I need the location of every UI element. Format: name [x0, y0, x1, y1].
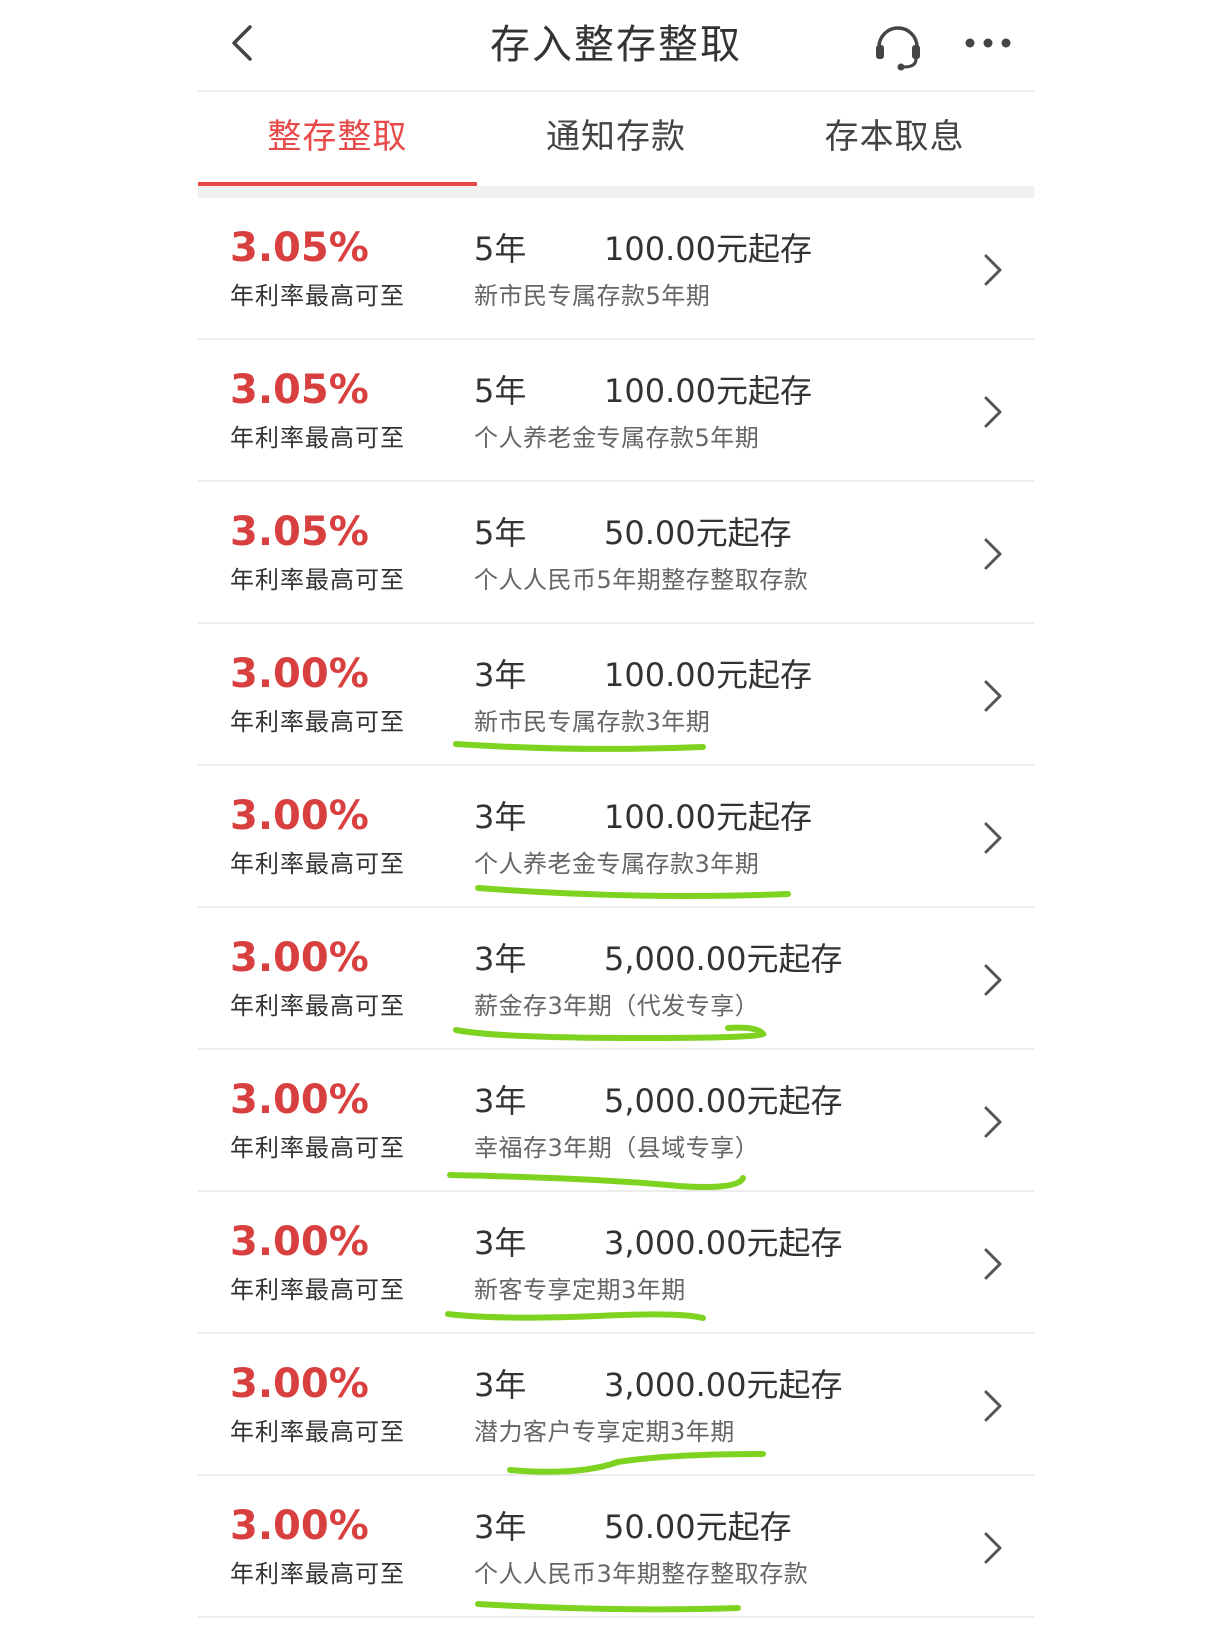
- product-row[interactable]: 3.00% 年利率最高可至 3年 3,000.00元起存 新客专享定期3年期: [198, 1192, 1034, 1334]
- rate-label: 年利率最高可至: [230, 424, 405, 452]
- rate-label: 年利率最高可至: [230, 566, 405, 594]
- term: 5年: [474, 230, 527, 268]
- minimum-deposit: 50.00元起存: [604, 1508, 792, 1546]
- more-button[interactable]: [958, 18, 1018, 68]
- term: 3年: [474, 940, 527, 978]
- nav-header: 存入整存整取: [198, 0, 1034, 90]
- rate-label: 年利率最高可至: [230, 708, 405, 736]
- chevron-right-icon: [984, 680, 1002, 712]
- chevron-right-icon: [984, 396, 1002, 428]
- product-name: 幸福存3年期（县域专享）: [474, 1134, 760, 1162]
- tab-label: 整存整取: [267, 117, 408, 157]
- section-gap: [198, 186, 1034, 198]
- chevron-right-icon: [984, 822, 1002, 854]
- tab-lump-sum[interactable]: 整存整取: [198, 92, 477, 186]
- chevron-right-icon: [984, 964, 1002, 996]
- product-row[interactable]: 3.00% 年利率最高可至 3年 100.00元起存 个人养老金专属存款3年期: [198, 766, 1034, 908]
- more-dots-icon: [965, 38, 1011, 48]
- product-name: 个人养老金专属存款5年期: [474, 424, 760, 452]
- customer-service-button[interactable]: [868, 14, 928, 74]
- minimum-deposit: 50.00元起存: [604, 514, 792, 552]
- product-row[interactable]: 3.05% 年利率最高可至 5年 50.00元起存 个人人民币5年期整存整取存款: [198, 482, 1034, 624]
- tab-label: 存本取息: [824, 117, 965, 157]
- product-name: 新市民专属存款3年期: [474, 708, 711, 736]
- tab-notice-deposit[interactable]: 通知存款: [477, 92, 756, 186]
- product-name: 个人人民币3年期整存整取存款: [474, 1560, 809, 1588]
- rate-value: 3.05%: [230, 509, 369, 555]
- tab-label: 通知存款: [546, 117, 686, 157]
- product-row[interactable]: 3.00% 年利率最高可至 3年 5,000.00元起存 薪金存3年期（代发专享…: [198, 908, 1034, 1050]
- rate-value: 3.05%: [230, 367, 369, 413]
- product-row[interactable]: 3.05% 年利率最高可至 5年 100.00元起存 新市民专属存款5年期: [198, 198, 1034, 340]
- product-row[interactable]: 3.00% 年利率最高可至 3年 100.00元起存 新市民专属存款3年期: [198, 624, 1034, 766]
- product-name: 个人养老金专属存款3年期: [474, 850, 760, 878]
- product-row[interactable]: 3.00% 年利率最高可至 3年 5,000.00元起存 幸福存3年期（县域专享…: [198, 1050, 1034, 1192]
- term: 3年: [474, 1366, 527, 1404]
- page-content: 存入整存整取 整存整取 通知存款 存本取息 3.05% 年利率最高可至 5年 1…: [198, 0, 1034, 1632]
- rate-label: 年利率最高可至: [230, 1418, 405, 1446]
- product-row[interactable]: 3.00% 年利率最高可至 3年 50.00元起存 个人人民币3年期整存整取存款: [198, 1476, 1034, 1618]
- rate-value: 3.00%: [230, 793, 369, 839]
- tab-principal-interest[interactable]: 存本取息: [755, 92, 1034, 186]
- product-name: 潜力客户专享定期3年期: [474, 1418, 735, 1446]
- minimum-deposit: 100.00元起存: [604, 372, 812, 410]
- chevron-right-icon: [984, 538, 1002, 570]
- rate-value: 3.05%: [230, 225, 369, 271]
- minimum-deposit: 100.00元起存: [604, 230, 812, 268]
- minimum-deposit: 5,000.00元起存: [604, 940, 843, 978]
- rate-value: 3.00%: [230, 1077, 369, 1123]
- rate-value: 3.00%: [230, 1219, 369, 1265]
- rate-value: 3.00%: [230, 1503, 369, 1549]
- minimum-deposit: 100.00元起存: [604, 656, 812, 694]
- chevron-right-icon: [984, 1390, 1002, 1422]
- product-row[interactable]: 3.00% 年利率最高可至 3年 3,000.00元起存 潜力客户专享定期3年期: [198, 1334, 1034, 1476]
- rate-value: 3.00%: [230, 651, 369, 697]
- term: 3年: [474, 798, 527, 836]
- app-screen: 存入整存整取 整存整取 通知存款 存本取息 3.05% 年利率最高可至 5年 1…: [0, 0, 1224, 1632]
- chevron-right-icon: [984, 1106, 1002, 1138]
- product-name: 新市民专属存款5年期: [474, 282, 711, 310]
- product-row[interactable]: 3.05% 年利率最高可至 5年 100.00元起存 个人养老金专属存款5年期: [198, 340, 1034, 482]
- headset-icon: [876, 26, 920, 71]
- rate-value: 3.00%: [230, 1361, 369, 1407]
- rate-value: 3.00%: [230, 935, 369, 981]
- rate-label: 年利率最高可至: [230, 850, 405, 878]
- product-list: 3.05% 年利率最高可至 5年 100.00元起存 新市民专属存款5年期 3.…: [198, 198, 1034, 1618]
- term: 3年: [474, 1082, 527, 1120]
- rate-label: 年利率最高可至: [230, 1276, 405, 1304]
- product-name: 薪金存3年期（代发专享）: [474, 992, 760, 1020]
- product-name: 新客专享定期3年期: [474, 1276, 686, 1304]
- chevron-right-icon: [984, 1532, 1002, 1564]
- minimum-deposit: 100.00元起存: [604, 798, 812, 836]
- rate-label: 年利率最高可至: [230, 282, 405, 310]
- term: 3年: [474, 1508, 527, 1546]
- term: 5年: [474, 372, 527, 410]
- chevron-right-icon: [984, 1248, 1002, 1280]
- chevron-right-icon: [984, 254, 1002, 286]
- term: 3年: [474, 1224, 527, 1262]
- term: 3年: [474, 656, 527, 694]
- rate-label: 年利率最高可至: [230, 1134, 405, 1162]
- product-name: 个人人民币5年期整存整取存款: [474, 566, 809, 594]
- tab-bar: 整存整取 通知存款 存本取息: [198, 92, 1034, 186]
- minimum-deposit: 3,000.00元起存: [604, 1224, 843, 1262]
- rate-label: 年利率最高可至: [230, 1560, 405, 1588]
- minimum-deposit: 5,000.00元起存: [604, 1082, 843, 1120]
- term: 5年: [474, 514, 527, 552]
- minimum-deposit: 3,000.00元起存: [604, 1366, 843, 1404]
- rate-label: 年利率最高可至: [230, 992, 405, 1020]
